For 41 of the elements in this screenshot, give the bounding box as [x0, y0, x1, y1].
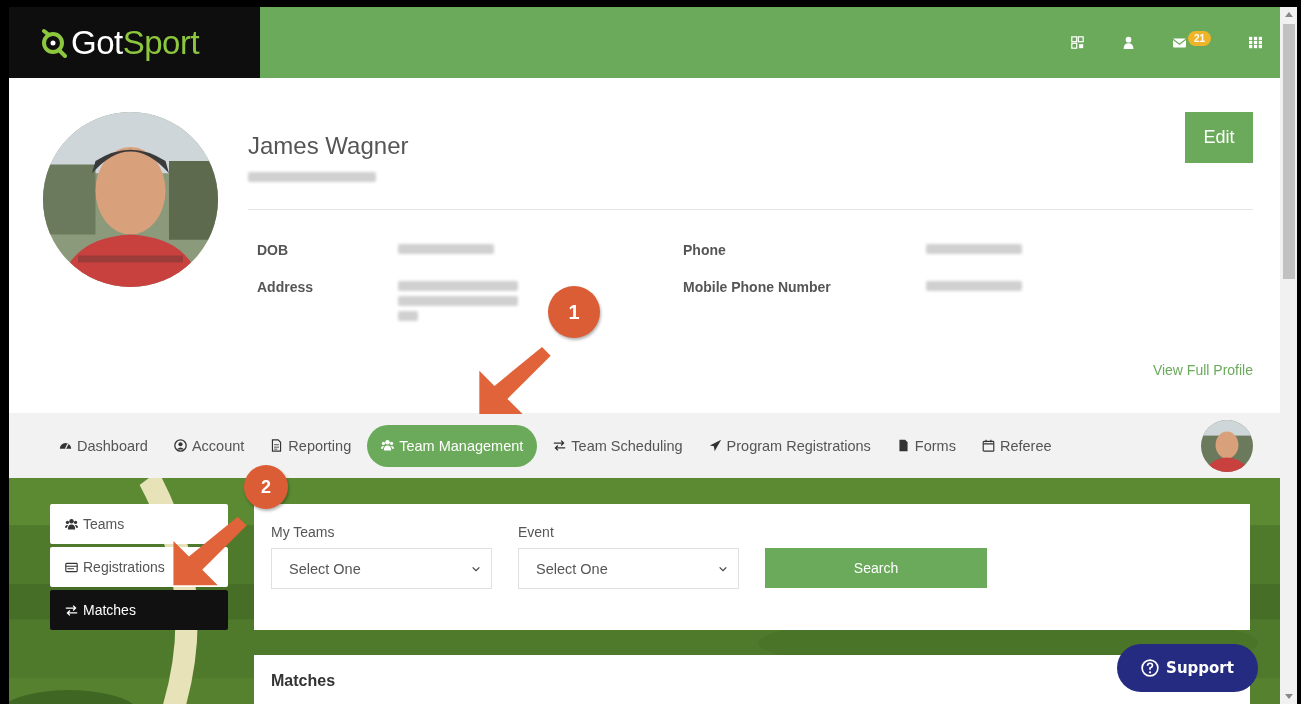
nav-tab[interactable]: Reporting [260, 424, 362, 467]
calendar-icon [981, 439, 995, 452]
scrollbar[interactable] [1280, 7, 1297, 704]
grid-icon[interactable] [1249, 36, 1262, 49]
nav-tab[interactable]: Team Scheduling [543, 424, 693, 467]
nav-tab[interactable]: Forms [886, 424, 966, 467]
profile-name: James Wagner [248, 132, 409, 160]
paper-plane-icon [708, 439, 722, 452]
field-label: Event [518, 524, 555, 540]
blurred-text [398, 311, 418, 321]
users-icon [65, 517, 78, 531]
user-icon[interactable] [1121, 36, 1135, 49]
exchange-arrows-icon [553, 439, 567, 452]
users-icon [381, 439, 395, 452]
field-label: DOB [257, 242, 290, 258]
dropdown[interactable]: Select One [518, 548, 739, 589]
nav-tab[interactable]: Dashboard [49, 424, 158, 467]
file-icon [896, 439, 910, 452]
dropdown[interactable]: Select One [271, 548, 492, 589]
notification-badge: 21 [1187, 31, 1211, 46]
logo-text[interactable]: GotSport [71, 26, 200, 59]
document-icon [270, 439, 284, 452]
nav-tab[interactable]: Referee [971, 424, 1062, 467]
field-label: My Teams [271, 524, 336, 540]
nav-tab[interactable]: Program Registrations [698, 424, 881, 467]
side-menu-item[interactable]: Teams [50, 504, 228, 544]
field-label: Phone [683, 242, 727, 258]
help-icon [1141, 659, 1160, 677]
qr-code-icon[interactable] [1070, 36, 1084, 49]
support-button[interactable]: Support [1117, 644, 1258, 692]
matches-heading: Matches [271, 672, 336, 689]
field-label: Mobile Phone Number [683, 279, 832, 295]
card-icon [65, 560, 78, 574]
envelope-icon[interactable] [1172, 36, 1186, 49]
step-number-badge: 1 [548, 286, 600, 338]
logo-icon [39, 27, 69, 58]
user-circle-icon [173, 439, 187, 452]
exchange-arrows-icon [65, 603, 78, 617]
nav-tab[interactable]: Account [163, 424, 255, 467]
side-menu-item[interactable]: Matches [50, 590, 228, 630]
field-label: Address [257, 279, 315, 295]
